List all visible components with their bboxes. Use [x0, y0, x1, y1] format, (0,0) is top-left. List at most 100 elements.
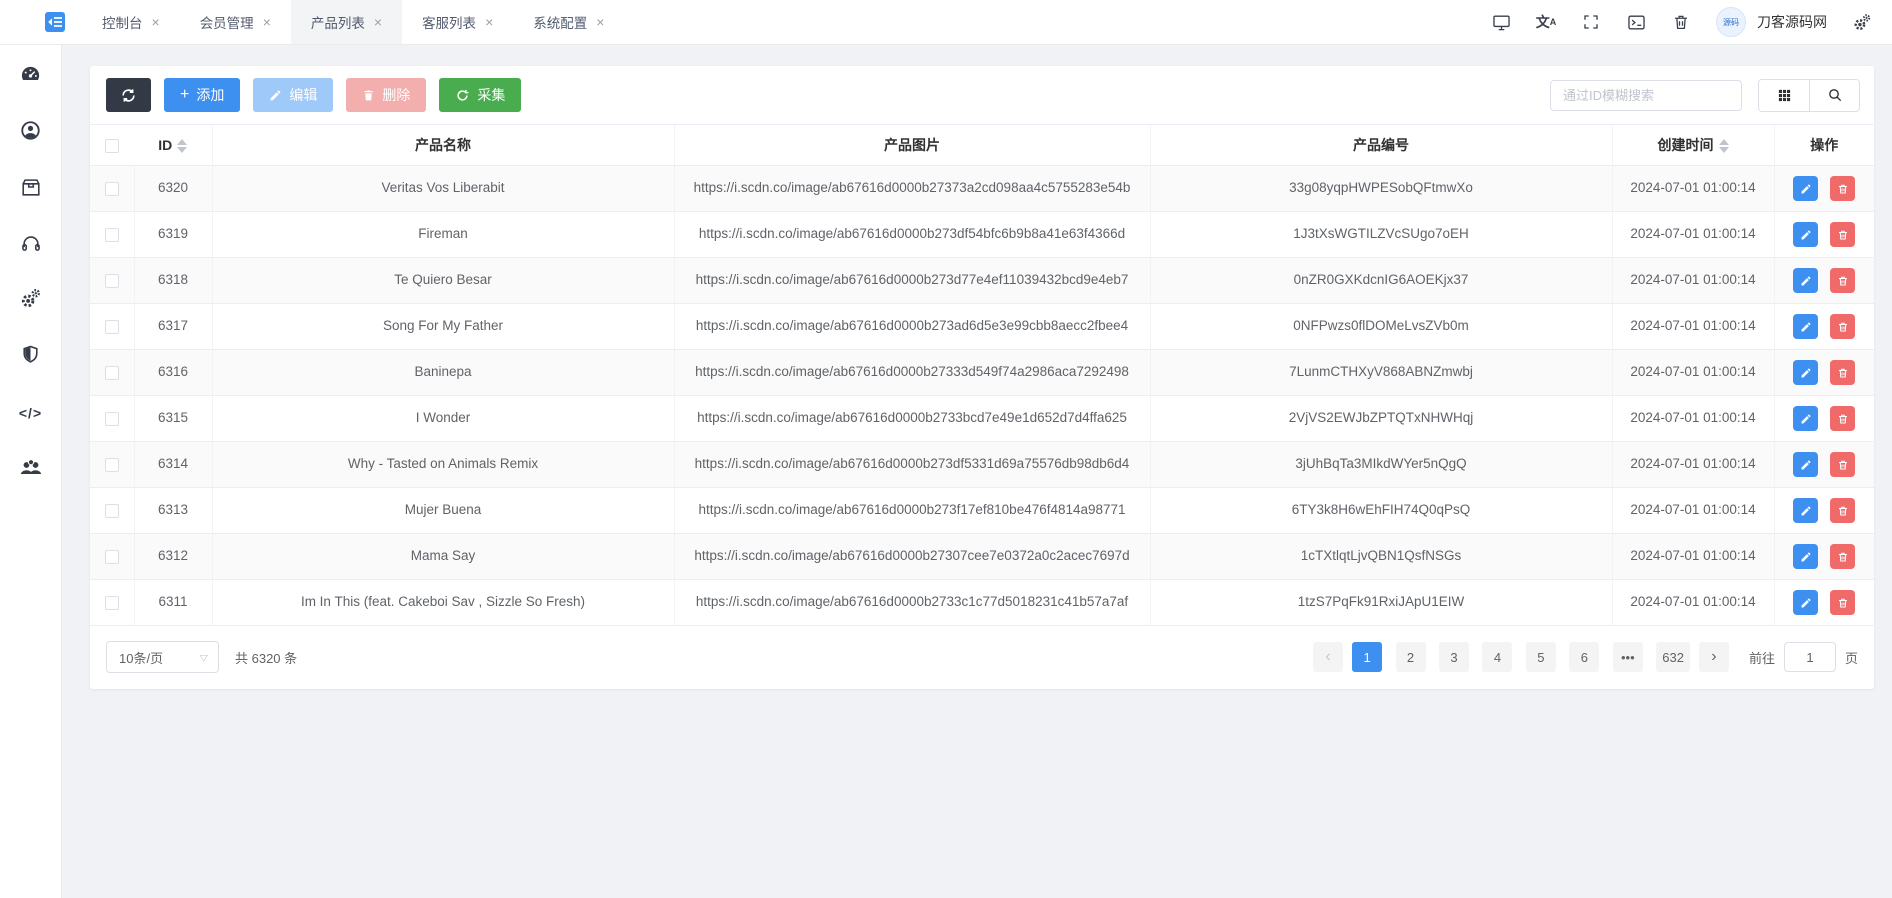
package-icon: [20, 176, 42, 203]
cell-id: 6315: [133, 395, 212, 442]
row-edit-button[interactable]: [1793, 222, 1819, 247]
sort-caret[interactable]: [1718, 139, 1729, 154]
select-all-checkbox[interactable]: [105, 139, 119, 154]
monitor-icon[interactable]: [1491, 12, 1511, 32]
page-button[interactable]: 3: [1439, 642, 1469, 672]
settings-gears-icon[interactable]: [1852, 12, 1872, 32]
row-delete-button[interactable]: [1830, 360, 1856, 385]
sidebar-item-users-group[interactable]: [0, 441, 61, 497]
row-checkbox[interactable]: [104, 503, 119, 518]
sidebar-item-dashboard[interactable]: [0, 49, 61, 105]
column-header[interactable]: ID: [134, 124, 212, 166]
cell-product-name: Veritas Vos Liberabit: [211, 165, 674, 212]
row-delete-button[interactable]: [1830, 544, 1856, 569]
tab-close-icon[interactable]: ×: [485, 15, 493, 29]
page-button[interactable]: 632: [1656, 642, 1690, 672]
page-button[interactable]: 2: [1395, 642, 1426, 672]
sidebar-item-support[interactable]: [0, 217, 61, 273]
goto-page-input[interactable]: [1783, 642, 1836, 672]
delete-button[interactable]: 删除: [346, 78, 427, 112]
row-edit-button[interactable]: [1793, 452, 1819, 477]
row-delete-button[interactable]: [1830, 176, 1856, 201]
row-checkbox[interactable]: [104, 457, 119, 472]
row-delete-button[interactable]: [1830, 498, 1856, 523]
avatar[interactable]: 源码: [1716, 7, 1746, 37]
search-button[interactable]: [1809, 79, 1859, 111]
row-edit-button[interactable]: [1793, 406, 1819, 431]
tab-item[interactable]: 产品列表 ×: [290, 0, 403, 44]
row-edit-button[interactable]: [1793, 268, 1819, 293]
tab-item[interactable]: 客服列表 ×: [402, 0, 513, 44]
tab-item[interactable]: 控制台 ×: [82, 0, 180, 44]
sidebar-item-code[interactable]: </>: [0, 385, 61, 441]
goto-page: 前往 页: [1749, 642, 1858, 672]
page-button[interactable]: •••: [1612, 642, 1643, 672]
page-button[interactable]: 4: [1482, 642, 1513, 672]
trash-icon: [1838, 184, 1847, 193]
row-delete-button[interactable]: [1830, 268, 1856, 293]
row-delete-button[interactable]: [1830, 452, 1856, 477]
row-checkbox[interactable]: [104, 273, 119, 288]
sidebar-item-security[interactable]: [0, 329, 61, 385]
row-delete-button[interactable]: [1830, 590, 1856, 615]
sort-caret[interactable]: [177, 139, 188, 154]
search-input[interactable]: [1550, 79, 1742, 111]
collapse-menu-icon[interactable]: [44, 11, 66, 33]
column-header[interactable]: 产品名称: [211, 124, 674, 166]
prev-page-button[interactable]: ‹: [1313, 642, 1344, 672]
table-row: 6316 Baninepa https://i.scdn.co/image/ab…: [90, 349, 1874, 396]
row-checkbox[interactable]: [104, 227, 119, 242]
row-edit-button[interactable]: [1793, 176, 1819, 201]
user-name[interactable]: 刀客源码网: [1757, 12, 1827, 32]
row-checkbox[interactable]: [104, 365, 119, 380]
column-header[interactable]: 操作: [1773, 124, 1874, 166]
row-checkbox[interactable]: [104, 319, 119, 334]
sidebar-item-products[interactable]: [0, 161, 61, 217]
cell-actions: [1773, 441, 1874, 488]
row-edit-button[interactable]: [1793, 314, 1819, 339]
column-header[interactable]: 创建时间: [1611, 124, 1774, 166]
add-button[interactable]: + 添加: [164, 78, 241, 112]
column-header[interactable]: 产品图片: [673, 124, 1150, 166]
row-delete-button[interactable]: [1830, 406, 1856, 431]
column-header[interactable]: 产品编号: [1149, 124, 1612, 166]
toolbar-right: [1550, 78, 1860, 112]
edit-button[interactable]: 编辑: [253, 78, 334, 112]
tab-item[interactable]: 系统配置 ×: [513, 0, 624, 44]
tab-close-icon[interactable]: ×: [596, 15, 604, 29]
cell-created-time: 2024-07-01 01:00:14: [1611, 533, 1774, 580]
grid-view-button[interactable]: [1759, 79, 1809, 111]
trash-icon[interactable]: [1671, 12, 1691, 32]
terminal-icon[interactable]: [1626, 12, 1646, 32]
gears-icon: [19, 287, 42, 315]
row-edit-button[interactable]: [1793, 498, 1819, 523]
table-row: 6320 Veritas Vos Liberabit https://i.scd…: [90, 165, 1874, 212]
tab-close-icon[interactable]: ×: [263, 15, 271, 29]
tab-close-icon[interactable]: ×: [152, 15, 160, 29]
row-checkbox[interactable]: [104, 181, 119, 196]
translate-icon[interactable]: 文A: [1536, 12, 1557, 32]
row-delete-button[interactable]: [1830, 314, 1856, 339]
row-checkbox[interactable]: [104, 411, 119, 426]
row-delete-button[interactable]: [1830, 222, 1856, 247]
trash-icon: [1838, 368, 1847, 377]
tab-bar: 控制台 × 会员管理 × 产品列表 × 客服列表 × 系统配置 ×: [82, 0, 624, 44]
trash-icon: [1838, 460, 1847, 469]
page-size-select[interactable]: 10条/页 ▽: [106, 641, 219, 673]
next-page-button[interactable]: ›: [1698, 642, 1729, 672]
page-button[interactable]: 6: [1569, 642, 1600, 672]
row-edit-button[interactable]: [1793, 360, 1819, 385]
row-checkbox[interactable]: [104, 595, 119, 610]
sidebar-item-members[interactable]: [0, 105, 61, 161]
row-checkbox[interactable]: [104, 549, 119, 564]
sidebar-item-settings[interactable]: [0, 273, 61, 329]
page-button[interactable]: 5: [1525, 642, 1556, 672]
tab-item[interactable]: 会员管理 ×: [180, 0, 291, 44]
row-edit-button[interactable]: [1793, 590, 1819, 615]
page-button[interactable]: 1: [1352, 642, 1383, 672]
row-edit-button[interactable]: [1793, 544, 1819, 569]
tab-close-icon[interactable]: ×: [374, 15, 382, 29]
refresh-button[interactable]: [106, 78, 151, 112]
fullscreen-icon[interactable]: [1581, 12, 1601, 32]
collect-button[interactable]: 采集: [439, 78, 522, 112]
